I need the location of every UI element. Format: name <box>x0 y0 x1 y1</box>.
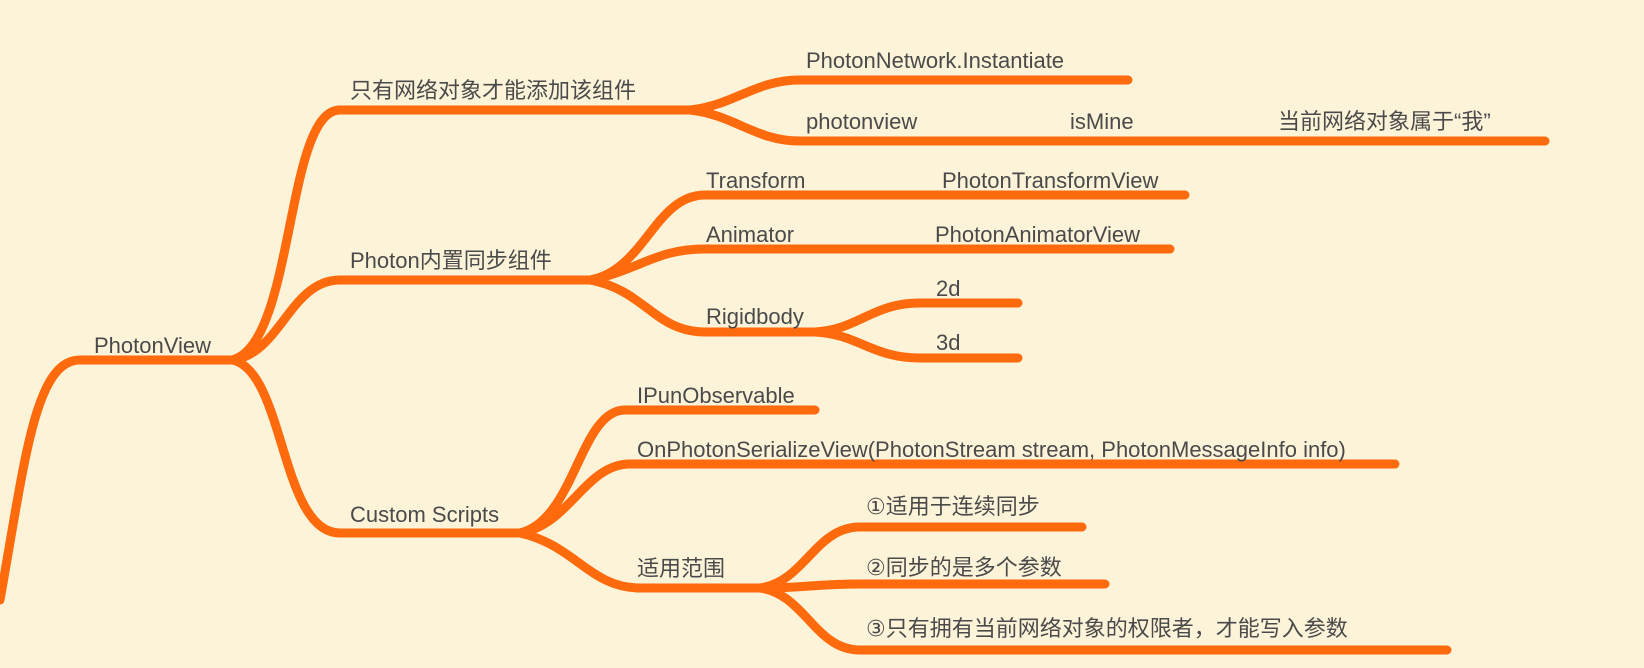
branch-rb-3d <box>810 327 1023 363</box>
node-transform: Transform <box>706 168 806 193</box>
branch-root-network <box>227 105 695 365</box>
node-photonview-root: PhotonView <box>94 333 212 358</box>
node-rigidbody: Rigidbody <box>706 304 804 329</box>
node-ismine: isMine <box>1070 109 1134 134</box>
node-photonview: photonview <box>806 109 918 134</box>
node-ipunobservable: IPunObservable <box>637 383 795 408</box>
node-instantiate: PhotonNetwork.Instantiate <box>806 48 1065 73</box>
node-network-only: 只有网络对象才能添加该组件 <box>350 78 637 103</box>
branch-animator <box>585 244 1175 285</box>
node-custom-scripts: Custom Scripts <box>350 502 500 527</box>
node-serialize-view: OnPhotonSerializeView(PhotonStream strea… <box>637 437 1346 462</box>
node-transform-view: PhotonTransformView <box>942 168 1159 193</box>
node-animator: Animator <box>706 222 795 247</box>
node-builtin-sync: Photon内置同步组件 <box>350 248 552 273</box>
mind-map-branches <box>0 75 1550 655</box>
branch-instantiate <box>685 75 1133 115</box>
node-belongs-to-me: 当前网络对象属于“我” <box>1278 109 1491 134</box>
node-scope-2: ②同步的是多个参数 <box>866 555 1062 580</box>
node-animator-view: PhotonAnimatorView <box>935 222 1141 247</box>
branch-ipun <box>515 405 820 538</box>
node-scope: 适用范围 <box>637 556 726 581</box>
branch-scope-2 <box>755 579 1110 593</box>
mind-map: PhotonView 只有网络对象才能添加该组件 Photon内置同步组件 Cu… <box>0 0 1644 668</box>
node-scope-1: ①适用于连续同步 <box>866 494 1040 519</box>
branch-rb-2d <box>810 298 1023 337</box>
node-rb-3d: 3d <box>936 330 961 355</box>
branch-trunk <box>0 355 237 605</box>
node-scope-3: ③只有拥有当前网络对象的权限者，才能写入参数 <box>866 616 1348 641</box>
branch-root-builtin <box>227 275 595 365</box>
node-rb-2d: 2d <box>936 276 961 301</box>
